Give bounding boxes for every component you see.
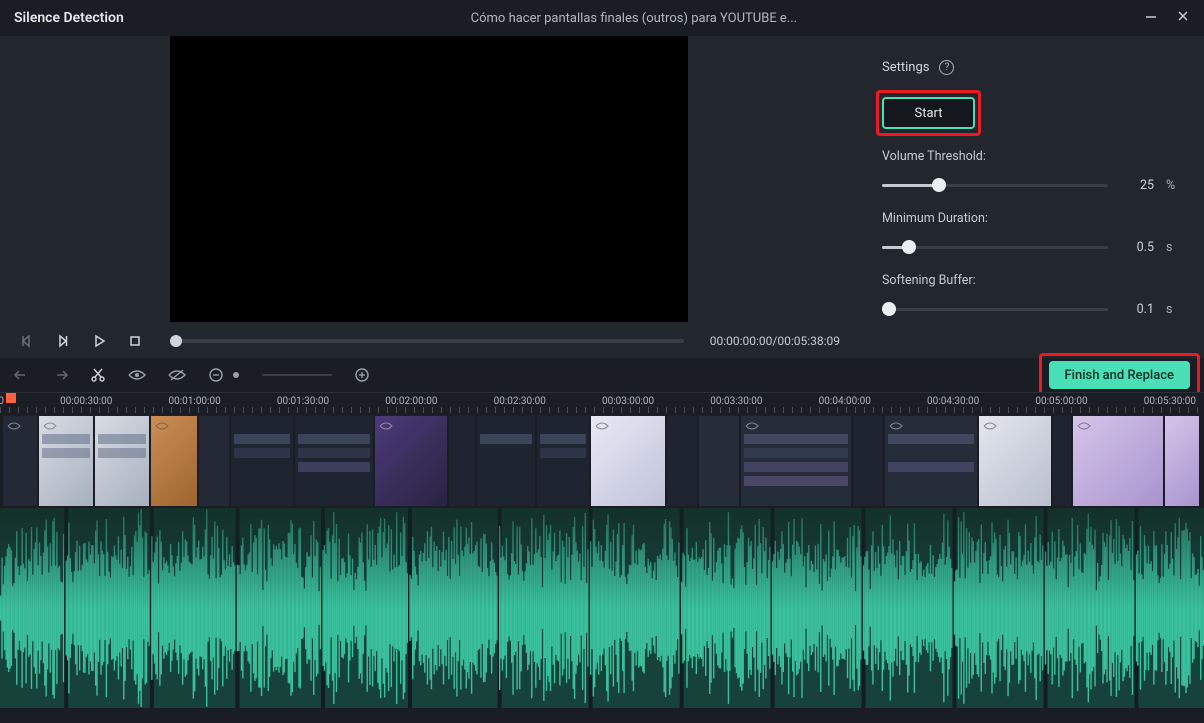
clip-segment[interactable]	[885, 416, 977, 506]
timeline-ruler[interactable]: 0:00 00:00:30:00 00:01:00:00 00:01:30:00 00:…	[0, 392, 1204, 414]
titlebar: Silence Detection Cómo hacer pantallas f…	[0, 0, 1204, 36]
ruler-tick-label: 00:02:00:00	[385, 396, 437, 407]
clip-segment[interactable]	[979, 416, 1051, 506]
close-icon[interactable]	[1176, 9, 1190, 27]
softening-buffer-slider[interactable]	[882, 308, 1108, 311]
ruler-tick-label: 00:00:30:00	[60, 396, 112, 407]
eye-icon[interactable]	[128, 369, 146, 381]
clip-segment[interactable]	[591, 416, 665, 506]
clip-segment[interactable]	[1053, 416, 1071, 506]
clip-segment[interactable]	[449, 416, 475, 506]
volume-threshold-label: Volume Threshold:	[882, 149, 1180, 164]
clip-segment[interactable]	[537, 416, 589, 506]
next-frame-icon[interactable]	[54, 332, 72, 350]
window-title: Silence Detection	[14, 10, 124, 26]
zoom-slider-dot[interactable]	[232, 371, 240, 379]
highlight-start	[876, 90, 981, 136]
video-preview	[170, 36, 688, 322]
prev-frame-icon[interactable]	[18, 332, 36, 350]
preview-area: 00:00:00:00/00:05:38:09	[0, 36, 858, 358]
zoom-out-icon[interactable]	[208, 367, 224, 383]
ruler-tick-label: 00:04:00:00	[819, 396, 871, 407]
settings-panel: Settings ? Start Volume Threshold: 25 % …	[858, 36, 1204, 358]
timeline-toolbar: Finish and Replace	[0, 358, 1204, 392]
ruler-tick-label: 0:00	[0, 396, 4, 407]
stop-icon[interactable]	[126, 332, 144, 350]
ruler-tick-label: 00:02:30:00	[494, 396, 546, 407]
ruler-tick-label: 00:05:30:00	[1144, 396, 1196, 407]
ruler-tick-label: 00:03:30:00	[710, 396, 762, 407]
ruler-tick-label: 00:03:00:00	[602, 396, 654, 407]
play-icon[interactable]	[90, 332, 108, 350]
minimum-duration-unit: s	[1166, 240, 1180, 255]
settings-label: Settings	[882, 60, 929, 75]
zoom-in-icon[interactable]	[354, 367, 370, 383]
minimum-duration-value: 0.5	[1120, 240, 1154, 255]
softening-buffer-value: 0.1	[1120, 302, 1154, 317]
minimum-duration-slider[interactable]	[882, 246, 1108, 249]
volume-threshold-unit: %	[1166, 178, 1180, 193]
volume-threshold-value: 25	[1120, 178, 1154, 193]
clip-segment[interactable]	[477, 416, 535, 506]
clips-track[interactable]	[0, 414, 1204, 508]
audio-waveform-track[interactable]	[0, 508, 1204, 708]
highlight-finish	[1039, 353, 1201, 397]
cut-icon[interactable]	[90, 367, 106, 383]
clip-segment[interactable]	[199, 416, 229, 506]
playhead-icon[interactable]	[6, 393, 16, 403]
volume-threshold-slider[interactable]	[882, 184, 1108, 187]
clip-segment[interactable]	[1165, 416, 1199, 506]
ruler-tick-label: 00:05:00:00	[1035, 396, 1087, 407]
undo-icon[interactable]	[14, 368, 30, 382]
clip-segment[interactable]	[375, 416, 447, 506]
softening-buffer-label: Softening Buffer:	[882, 273, 1180, 288]
time-display: 00:00:00:00/00:05:38:09	[710, 334, 840, 348]
clip-segment[interactable]	[39, 416, 93, 506]
softening-buffer-unit: s	[1166, 302, 1180, 317]
ruler-tick-label: 00:04:30:00	[927, 396, 979, 407]
clip-segment[interactable]	[151, 416, 197, 506]
ruler-tick-label: 00:01:00:00	[168, 396, 220, 407]
clip-segment[interactable]	[667, 416, 697, 506]
minimize-icon[interactable]	[1144, 9, 1158, 27]
file-name: Cómo hacer pantallas finales (outros) pa…	[124, 11, 1144, 26]
zoom-slider-track[interactable]	[262, 374, 332, 376]
clip-segment[interactable]	[853, 416, 883, 506]
playback-controls: 00:00:00:00/00:05:38:09	[0, 324, 858, 358]
eye-off-icon[interactable]	[168, 368, 186, 382]
clip-segment[interactable]	[95, 416, 149, 506]
clip-segment[interactable]	[231, 416, 293, 506]
clip-segment[interactable]	[3, 416, 37, 506]
ruler-tick-label: 00:01:30:00	[277, 396, 329, 407]
help-icon[interactable]: ?	[939, 60, 954, 75]
scrub-bar[interactable]	[170, 339, 684, 343]
redo-icon[interactable]	[52, 368, 68, 382]
clip-segment[interactable]	[295, 416, 373, 506]
clip-segment[interactable]	[741, 416, 851, 506]
clip-segment[interactable]	[1073, 416, 1163, 506]
minimum-duration-label: Minimum Duration:	[882, 211, 1180, 226]
clip-segment[interactable]	[699, 416, 739, 506]
